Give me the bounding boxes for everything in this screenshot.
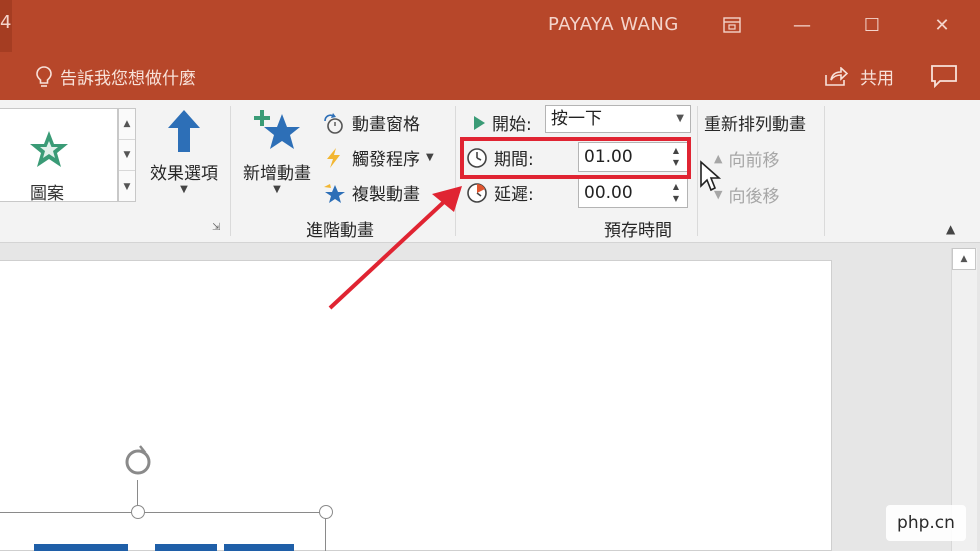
tell-me-search[interactable]: 告訴我您想做什麼	[36, 64, 196, 89]
user-name[interactable]: PAYAYA WANG	[548, 14, 679, 35]
group-divider	[230, 106, 231, 236]
watermark-logo: php.cn	[886, 505, 966, 541]
effect-options-label: 效果選項	[150, 164, 218, 184]
star-icon	[30, 131, 68, 167]
gallery-item-label: 圖案	[30, 184, 64, 204]
start-select[interactable]: 按一下 ▼	[545, 105, 691, 133]
spinner-arrows-icon[interactable]: ▲ ▼	[673, 181, 679, 205]
chevron-down-icon: ▼	[426, 152, 434, 163]
rotate-connector	[137, 480, 138, 506]
add-animation-button[interactable]: 新增動畫 ▼	[236, 108, 318, 195]
animation-gallery: 圖案	[0, 108, 118, 204]
rotate-icon[interactable]	[120, 444, 156, 480]
mouse-cursor-icon	[700, 160, 722, 192]
timing-group-label: 預存時間	[604, 221, 672, 241]
pattern-effect-tile[interactable]	[28, 129, 70, 173]
shape-fill	[224, 544, 294, 551]
trigger-button[interactable]: 觸發程序 ▼	[322, 145, 434, 170]
delay-value: 00.00	[584, 183, 633, 203]
trigger-label: 觸發程序	[352, 150, 420, 170]
chevron-down-icon: ▼	[273, 184, 281, 195]
delay-row: 延遲:	[466, 180, 534, 205]
resize-handle[interactable]	[319, 505, 333, 519]
maximize-button[interactable]: ☐	[852, 8, 892, 42]
shape-fill	[155, 544, 217, 551]
animation-pane-label: 動畫窗格	[352, 115, 420, 135]
share-icon	[825, 66, 848, 86]
resize-handle[interactable]	[131, 505, 145, 519]
lightbulb-icon	[36, 65, 52, 87]
gallery-up-button[interactable]: ▲	[119, 109, 135, 140]
gallery-down-button[interactable]: ▼	[119, 140, 135, 171]
chevron-down-icon: ▼	[676, 113, 684, 124]
move-later-label: 向後移	[728, 187, 780, 207]
tell-me-label: 告訴我您想做什麼	[60, 69, 196, 89]
delay-label: 延遲:	[494, 185, 534, 205]
ribbon-display-icon	[723, 17, 741, 33]
ribbon-display-options-button[interactable]	[712, 8, 752, 42]
comments-button[interactable]	[930, 64, 958, 92]
gallery-scroll: ▲ ▼ ▼	[118, 108, 136, 202]
animation-pane-icon	[324, 112, 343, 134]
share-label: 共用	[860, 69, 894, 89]
add-star-icon	[254, 110, 300, 149]
start-value: 按一下	[551, 109, 602, 129]
chevron-down-icon: ▼	[180, 184, 188, 195]
start-row: 開始:	[472, 110, 532, 135]
comment-icon	[931, 65, 957, 89]
share-button[interactable]: 共用	[824, 64, 894, 89]
title-bar: 4 PAYAYA WANG — ☐ ✕	[0, 0, 980, 100]
play-icon	[474, 115, 485, 130]
tell-me-bar: 告訴我您想做什麼 共用	[0, 52, 980, 100]
dialog-launcher-icon[interactable]: ⇲	[212, 222, 220, 233]
move-later-button[interactable]: ▼ 向後移	[714, 182, 779, 207]
effect-options-button[interactable]: 效果選項 ▼	[142, 108, 226, 195]
duration-highlight-box	[460, 137, 691, 179]
edge-glyph: 4	[0, 12, 12, 33]
lightning-icon	[327, 147, 340, 168]
gallery-more-button[interactable]: ▼	[119, 171, 135, 202]
up-arrow-icon	[168, 110, 200, 152]
shape-fill	[34, 544, 128, 551]
scroll-up-icon[interactable]: ▲	[952, 248, 976, 270]
add-animation-label: 新增動畫	[243, 164, 311, 184]
minimize-button[interactable]: —	[782, 8, 822, 42]
start-label: 開始:	[492, 115, 532, 135]
delay-spinner[interactable]: 00.00 ▲ ▼	[578, 178, 688, 208]
close-button[interactable]: ✕	[922, 8, 962, 42]
move-earlier-button[interactable]: ▲ 向前移	[714, 146, 779, 171]
group-divider	[697, 106, 698, 236]
group-divider	[824, 106, 825, 236]
collapse-ribbon-icon[interactable]: ▲	[946, 222, 955, 236]
annotation-arrow-icon	[328, 186, 462, 310]
reorder-animation-title: 重新排列動畫	[704, 115, 806, 135]
animation-pane-button[interactable]: 動畫窗格	[322, 110, 420, 135]
move-earlier-label: 向前移	[728, 151, 780, 171]
